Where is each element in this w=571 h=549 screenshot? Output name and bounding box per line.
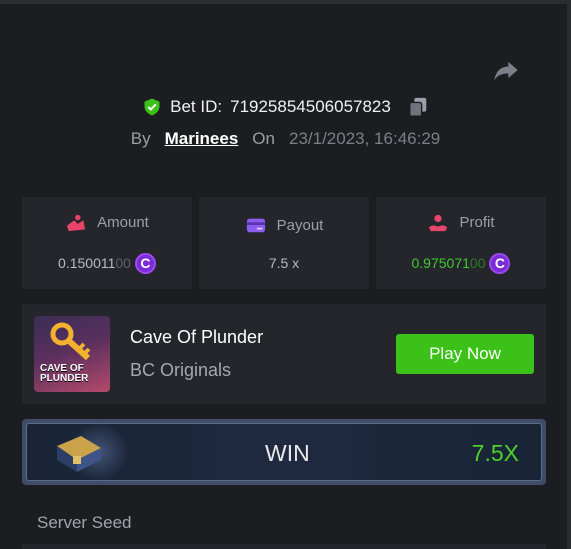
bet-id-value: 71925854506057823	[230, 97, 391, 116]
amount-icon	[67, 214, 86, 231]
result-multiplier: 7.5X	[471, 440, 519, 466]
stat-profit-label: Profit	[459, 214, 495, 231]
game-title: Cave Of Plunder	[130, 327, 264, 347]
play-now-button[interactable]: Play Now	[396, 334, 534, 374]
scrollbar-track[interactable]	[567, 0, 571, 549]
game-card: CAVE OF PLUNDER Cave Of Plunder BC Origi…	[22, 304, 546, 404]
bet-stats: Amount 0.15001100 C Payout 7.5 x Profit	[22, 197, 546, 289]
stat-amount-label: Amount	[97, 214, 149, 231]
stat-profit: Profit 0.97507100 C	[376, 197, 546, 289]
game-thumbnail[interactable]: CAVE OF PLUNDER	[34, 316, 110, 392]
username-link[interactable]: Marinees	[165, 129, 239, 149]
on-label: On	[252, 129, 275, 148]
stat-payout-value: 7.5 x	[268, 255, 300, 271]
treasure-chest-icon	[57, 436, 101, 472]
coin-icon: C	[489, 252, 511, 274]
stat-amount-value-dim: 00	[115, 255, 131, 271]
bet-meta-row: By Marinees On 23/1/2023, 16:46:29	[0, 129, 571, 149]
stat-profit-value: 0.975071	[411, 255, 470, 271]
stat-profit-value-dim: 00	[469, 255, 486, 271]
bet-id-row: Bet ID: 71925854506057823	[0, 96, 571, 118]
stat-amount: Amount 0.15001100 C	[22, 197, 192, 289]
stat-amount-value: 0.150011	[58, 255, 116, 271]
stat-payout-label: Payout	[276, 216, 324, 234]
share-icon[interactable]	[492, 56, 520, 84]
game-provider: BC Originals	[130, 360, 232, 380]
profit-icon	[429, 214, 448, 231]
by-label: By	[130, 129, 151, 148]
copy-icon[interactable]	[407, 96, 429, 118]
key-icon	[50, 322, 91, 361]
server-seed-label: Server Seed	[37, 513, 132, 532]
coin-icon: C	[134, 252, 156, 274]
server-seed-field[interactable]	[22, 544, 546, 549]
result-banner: WIN 7.5X	[22, 419, 546, 485]
stat-payout: Payout 7.5 x	[199, 197, 369, 289]
card-icon	[246, 218, 265, 233]
verified-shield-icon	[144, 98, 160, 116]
result-label: WIN	[265, 440, 310, 466]
bet-id-label: Bet ID:	[170, 97, 223, 116]
thumbnail-title: CAVE OF PLUNDER	[40, 363, 89, 384]
top-strip	[0, 0, 571, 4]
bet-datetime: 23/1/2023, 16:46:29	[288, 129, 441, 148]
